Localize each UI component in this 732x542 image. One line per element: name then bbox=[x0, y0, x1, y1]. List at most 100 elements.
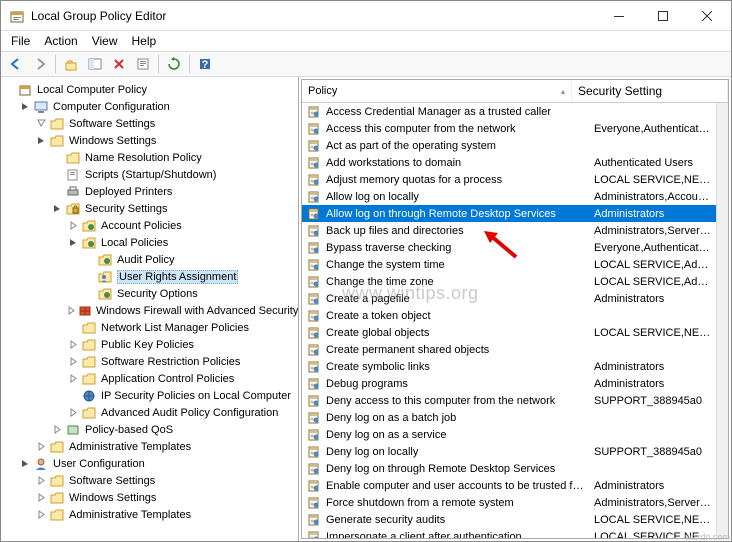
tree-user-config[interactable]: User Configuration bbox=[17, 455, 298, 472]
policy-row[interactable]: Back up files and directoriesAdministrat… bbox=[302, 222, 716, 239]
policy-row[interactable]: Impersonate a client after authenticatio… bbox=[302, 528, 716, 538]
policy-row[interactable]: Change the time zoneLOCAL SERVICE,Admini… bbox=[302, 273, 716, 290]
forward-button[interactable] bbox=[29, 53, 51, 75]
policy-row[interactable]: Access Credential Manager as a trusted c… bbox=[302, 103, 716, 120]
policy-row[interactable]: Deny log on as a batch job bbox=[302, 409, 716, 426]
collapse-icon[interactable] bbox=[19, 458, 31, 470]
tree-public-key[interactable]: Public Key Policies bbox=[65, 336, 298, 353]
tree-cc-admin[interactable]: Administrative Templates bbox=[33, 438, 298, 455]
expand-icon[interactable] bbox=[67, 373, 79, 385]
delete-button[interactable] bbox=[108, 53, 130, 75]
policy-row[interactable]: Create permanent shared objects bbox=[302, 341, 716, 358]
expand-icon[interactable] bbox=[35, 492, 47, 504]
tree-pane[interactable]: Local Computer Policy Computer Configura… bbox=[1, 77, 299, 541]
policy-row[interactable]: Allow log on locallyAdministrators,Accou… bbox=[302, 188, 716, 205]
user-icon bbox=[33, 457, 49, 471]
show-hide-tree-button[interactable] bbox=[84, 53, 106, 75]
back-button[interactable] bbox=[5, 53, 27, 75]
tree-cc-windows[interactable]: Windows Settings bbox=[33, 132, 298, 149]
policy-row[interactable]: Deny log on through Remote Desktop Servi… bbox=[302, 460, 716, 477]
policy-row[interactable]: Create a token object bbox=[302, 307, 716, 324]
policy-row[interactable]: Create a pagefileAdministrators bbox=[302, 290, 716, 307]
column-security-setting[interactable]: Security Setting bbox=[572, 80, 728, 102]
tree-policy-qos[interactable]: Policy-based QoS bbox=[49, 421, 298, 438]
tree-uc-software[interactable]: Software Settings bbox=[33, 472, 298, 489]
tree-nlmp[interactable]: Network List Manager Policies bbox=[65, 319, 298, 336]
tree-windows-firewall[interactable]: Windows Firewall with Advanced Security bbox=[65, 302, 298, 319]
policy-row[interactable]: Create global objectsLOCAL SERVICE,NETWO… bbox=[302, 324, 716, 341]
tree-printers[interactable]: Deployed Printers bbox=[49, 183, 298, 200]
tree-uc-windows[interactable]: Windows Settings bbox=[33, 489, 298, 506]
policy-row[interactable]: Debug programsAdministrators bbox=[302, 375, 716, 392]
expand-icon[interactable] bbox=[35, 118, 47, 130]
policy-row[interactable]: Add workstations to domainAuthenticated … bbox=[302, 154, 716, 171]
policy-row[interactable]: Adjust memory quotas for a processLOCAL … bbox=[302, 171, 716, 188]
tree-user-rights-assignment[interactable]: User Rights Assignment bbox=[81, 268, 298, 285]
tree-security-options[interactable]: Security Options bbox=[81, 285, 298, 302]
policy-item-icon bbox=[306, 224, 322, 238]
expand-icon[interactable] bbox=[67, 339, 79, 351]
policy-item-icon bbox=[306, 496, 322, 510]
policy-name: Act as part of the operating system bbox=[326, 140, 588, 152]
up-button[interactable] bbox=[60, 53, 82, 75]
lock-folder-icon bbox=[65, 202, 81, 216]
expand-icon[interactable] bbox=[67, 356, 79, 368]
tree-ipsec[interactable]: IP Security Policies on Local Computer bbox=[65, 387, 298, 404]
collapse-icon[interactable] bbox=[67, 237, 79, 249]
policy-row[interactable]: Deny log on as a service bbox=[302, 426, 716, 443]
column-policy[interactable]: Policy▴ bbox=[302, 80, 572, 102]
expand-icon[interactable] bbox=[67, 407, 79, 419]
tree-computer-config[interactable]: Computer Configuration bbox=[17, 98, 298, 115]
refresh-button[interactable] bbox=[163, 53, 185, 75]
collapse-icon[interactable] bbox=[19, 101, 31, 113]
maximize-button[interactable] bbox=[641, 2, 685, 30]
policy-row[interactable]: Deny access to this computer from the ne… bbox=[302, 392, 716, 409]
close-button[interactable] bbox=[685, 2, 729, 30]
collapse-icon[interactable] bbox=[51, 203, 63, 215]
expand-icon[interactable] bbox=[35, 509, 47, 521]
tree-srp[interactable]: Software Restriction Policies bbox=[65, 353, 298, 370]
properties-button[interactable] bbox=[132, 53, 154, 75]
tree-aapc[interactable]: Advanced Audit Policy Configuration bbox=[65, 404, 298, 421]
policy-row[interactable]: Create symbolic linksAdministrators bbox=[302, 358, 716, 375]
expand-icon[interactable] bbox=[67, 220, 79, 232]
policy-row[interactable]: Access this computer from the networkEve… bbox=[302, 120, 716, 137]
policy-folder-icon bbox=[81, 219, 97, 233]
policy-item-icon bbox=[306, 190, 322, 204]
policy-row[interactable]: Deny log on locallySUPPORT_388945a0 bbox=[302, 443, 716, 460]
menu-view[interactable]: View bbox=[86, 32, 124, 50]
expand-icon[interactable] bbox=[35, 441, 47, 453]
tree-scripts[interactable]: Scripts (Startup/Shutdown) bbox=[49, 166, 298, 183]
help-button[interactable]: ? bbox=[194, 53, 216, 75]
policy-row[interactable]: Allow log on through Remote Desktop Serv… bbox=[302, 205, 716, 222]
tree-nrp[interactable]: Name Resolution Policy bbox=[49, 149, 298, 166]
policy-row[interactable]: Force shutdown from a remote systemAdmin… bbox=[302, 494, 716, 511]
menu-action[interactable]: Action bbox=[38, 32, 83, 50]
menu-file[interactable]: File bbox=[5, 32, 36, 50]
tree-acp[interactable]: Application Control Policies bbox=[65, 370, 298, 387]
policy-row[interactable]: Enable computer and user accounts to be … bbox=[302, 477, 716, 494]
expand-icon[interactable] bbox=[35, 475, 47, 487]
policy-row[interactable]: Bypass traverse checkingEveryone,Authent… bbox=[302, 239, 716, 256]
collapse-icon[interactable] bbox=[35, 135, 47, 147]
tree-uc-admin[interactable]: Administrative Templates bbox=[33, 506, 298, 523]
policy-item-icon bbox=[306, 360, 322, 374]
policy-list[interactable]: www.wintips.org Access Credential Manage… bbox=[302, 103, 716, 538]
policy-setting: LOCAL SERVICE,NETWO... bbox=[588, 174, 712, 186]
computer-icon bbox=[33, 100, 49, 114]
tree-root[interactable]: Local Computer Policy bbox=[1, 81, 298, 98]
tree-cc-software[interactable]: Software Settings bbox=[33, 115, 298, 132]
policy-row[interactable]: Act as part of the operating system bbox=[302, 137, 716, 154]
policy-row[interactable]: Change the system timeLOCAL SERVICE,Admi… bbox=[302, 256, 716, 273]
minimize-button[interactable] bbox=[597, 2, 641, 30]
policy-row[interactable]: Generate security auditsLOCAL SERVICE,NE… bbox=[302, 511, 716, 528]
expand-icon[interactable] bbox=[67, 305, 76, 317]
menu-help[interactable]: Help bbox=[126, 32, 163, 50]
vertical-scrollbar[interactable] bbox=[716, 103, 728, 538]
tree-audit-policy[interactable]: Audit Policy bbox=[81, 251, 298, 268]
tree-local-policies[interactable]: Local Policies bbox=[65, 234, 298, 251]
tree-account-policies[interactable]: Account Policies bbox=[65, 217, 298, 234]
tree-security-settings[interactable]: Security Settings bbox=[49, 200, 298, 217]
policy-setting: LOCAL SERVICE,NETWO... bbox=[588, 327, 712, 339]
expand-icon[interactable] bbox=[51, 424, 63, 436]
